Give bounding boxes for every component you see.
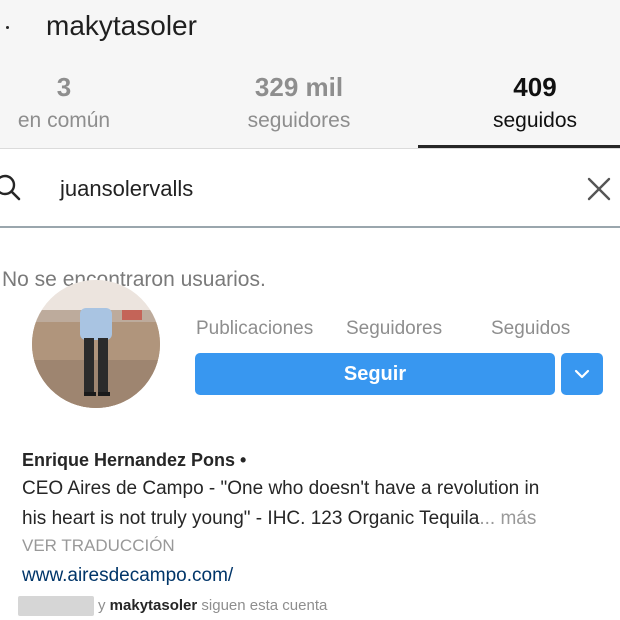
suggestions-dropdown-button[interactable] [561, 353, 603, 395]
chevron-down-icon [574, 369, 590, 379]
blurred-username [18, 596, 94, 616]
posts-stat-label[interactable]: Publicaciones [196, 318, 313, 340]
tab-label: seguidos [492, 109, 578, 132]
tab-en-comun[interactable]: 3 en común [0, 72, 164, 133]
tab-count: 329 mil [254, 72, 344, 102]
bio-line: CEO Aires de Campo - "One who doesn't ha… [22, 478, 540, 499]
follow-button[interactable]: Seguir [195, 353, 555, 395]
tab-count: 409 [513, 72, 557, 102]
mutual-suffix: siguen esta cuenta [201, 597, 328, 614]
avatar[interactable] [32, 280, 160, 408]
divider [0, 148, 620, 149]
search-icon [0, 174, 21, 201]
followers-stat-label[interactable]: Seguidores [346, 318, 442, 340]
tab-count: 3 [56, 72, 72, 102]
full-name: Enrique Hernandez Pons • [22, 450, 247, 470]
website-link[interactable]: www.airesdecampo.com/ [22, 565, 233, 587]
bio-text: his heart is not truly young" - IHC. 123… [22, 508, 480, 529]
empty-results-message: No se encontraron usuarios. [2, 268, 266, 291]
more-link[interactable]: ... más [479, 508, 536, 529]
search-underline [0, 226, 620, 228]
search-input[interactable]: juansolervalls [60, 176, 193, 202]
mutual-username: makytasoler [109, 597, 198, 614]
tab-label: seguidores [247, 109, 351, 132]
mutual-followers[interactable]: y makytasoler siguen esta cuenta [98, 597, 327, 614]
following-stat-label[interactable]: Seguidos [491, 318, 570, 340]
mutual-connector: y [98, 597, 106, 614]
back-icon[interactable] [6, 26, 9, 29]
page-title: makytasoler [46, 10, 197, 41]
translate-link[interactable]: VER TRADUCCIÓN [22, 536, 175, 556]
tab-label: en común [17, 109, 111, 132]
tab-seguidos[interactable]: 409 seguidos [435, 72, 620, 133]
avatar-photo [32, 280, 160, 408]
tab-seguidores[interactable]: 329 mil seguidores [199, 72, 399, 133]
close-icon[interactable] [584, 174, 614, 204]
bio-line: his heart is not truly young" - IHC. 123… [22, 508, 536, 530]
